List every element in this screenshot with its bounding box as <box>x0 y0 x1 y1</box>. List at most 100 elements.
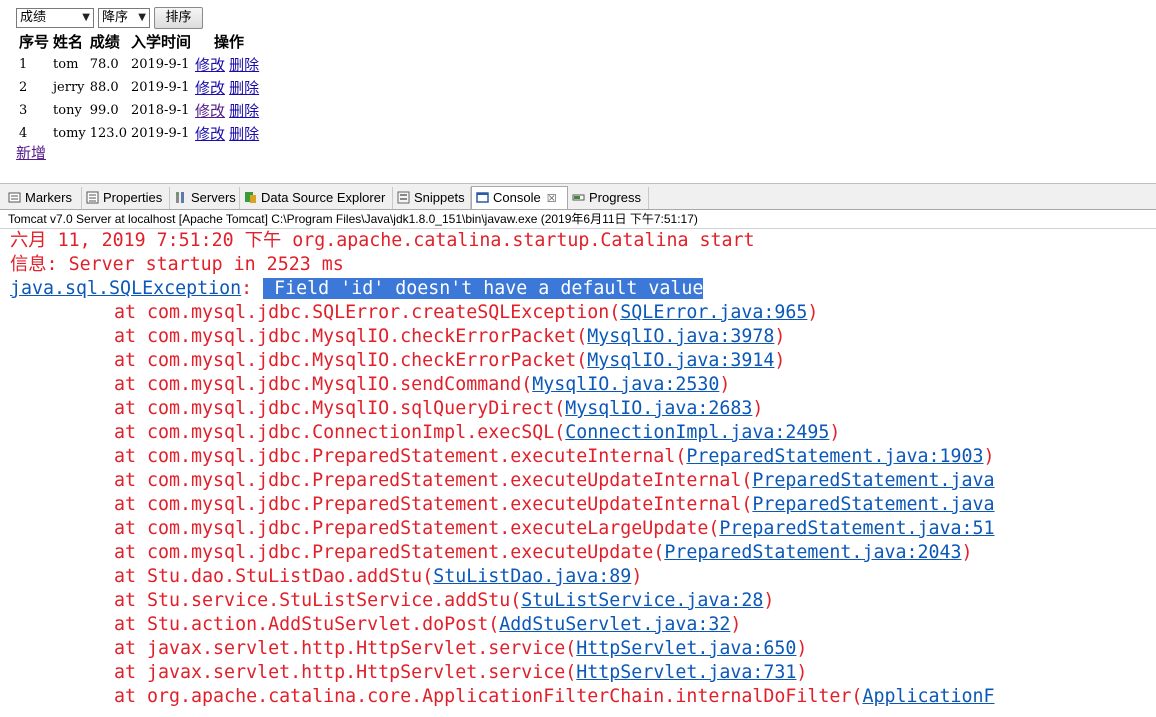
open-paren: ( <box>565 638 577 659</box>
edit-link[interactable]: 修改 <box>195 125 225 143</box>
table-row: 2 jerry 88.0 2019-9-1 修改 删除 <box>18 77 260 98</box>
edit-link[interactable]: 修改 <box>195 56 225 74</box>
stack-trace-line: at com.mysql.jdbc.MysqlIO.sqlQueryDirect… <box>114 397 763 421</box>
close-paren: ) <box>774 326 786 347</box>
close-paren: ) <box>763 590 775 611</box>
stack-frame-method: at Stu.action.AddStuServlet.doPost <box>114 614 489 635</box>
markers-icon <box>8 192 21 203</box>
source-link[interactable]: PreparedStatement.java <box>752 494 994 515</box>
sort-order-select[interactable]: 降序 ▼ <box>98 8 150 28</box>
close-paren: ) <box>752 398 764 419</box>
table-row: 3 tony 99.0 2018-9-1 修改 删除 <box>18 100 260 121</box>
tab-progress-label: Progress <box>589 190 642 205</box>
table-header-row: 序号 姓名 成绩 入学时间 操作 <box>18 31 260 52</box>
console-line: 信息: Server startup in 2523 ms <box>10 254 344 275</box>
sort-order-value: 降序 <box>102 10 129 25</box>
stack-trace-line: at com.mysql.jdbc.MysqlIO.checkErrorPack… <box>114 325 785 349</box>
open-paren: ( <box>510 590 522 611</box>
exception-class-link[interactable]: java.sql.SQLException <box>10 278 241 299</box>
tab-datasource-label: Data Source Explorer <box>261 190 386 205</box>
edit-link[interactable]: 修改 <box>195 79 225 97</box>
close-paren: ) <box>631 566 643 587</box>
stack-frame-method: at com.mysql.jdbc.PreparedStatement.exec… <box>114 542 654 563</box>
source-link[interactable]: AddStuServlet.java:32 <box>499 614 730 635</box>
close-paren: ) <box>983 446 995 467</box>
source-link[interactable]: HttpServlet.java:650 <box>576 638 796 659</box>
tab-snippets-label: Snippets <box>414 190 465 205</box>
source-link[interactable]: StuListService.java:28 <box>521 590 763 611</box>
cell-date: 2018-9-1 <box>130 103 190 118</box>
open-paren: ( <box>741 470 753 491</box>
cell-actions: 修改 删除 <box>194 100 260 121</box>
stack-trace-line: at javax.servlet.http.HttpServlet.servic… <box>114 661 807 685</box>
tab-snippets[interactable]: Snippets <box>393 187 471 209</box>
open-paren: ( <box>653 542 665 563</box>
source-link[interactable]: PreparedStatement.java:2043 <box>664 542 961 563</box>
sort-button[interactable]: 排序 <box>154 7 203 29</box>
stack-frame-method: at com.mysql.jdbc.PreparedStatement.exec… <box>114 494 742 515</box>
open-paren: ( <box>675 446 687 467</box>
delete-link[interactable]: 删除 <box>229 56 259 74</box>
source-link[interactable]: HttpServlet.java:731 <box>576 662 796 683</box>
tab-servers[interactable]: Servers <box>170 187 240 209</box>
source-link[interactable]: SQLError.java:965 <box>620 302 807 323</box>
stack-frame-method: at com.mysql.jdbc.SQLError.createSQLExce… <box>114 302 610 323</box>
tab-properties[interactable]: Properties <box>82 187 170 209</box>
source-link[interactable]: PreparedStatement.java:1903 <box>686 446 983 467</box>
tab-progress[interactable]: Progress <box>568 187 649 209</box>
edit-link[interactable]: 修改 <box>195 102 225 120</box>
stack-trace-line: at com.mysql.jdbc.PreparedStatement.exec… <box>114 541 973 565</box>
console-line: 六月 11, 2019 7:51:20 下午 org.apache.catali… <box>10 230 755 251</box>
source-link[interactable]: MysqlIO.java:3914 <box>587 350 774 371</box>
cell-actions: 修改 删除 <box>194 77 260 98</box>
delete-link[interactable]: 删除 <box>229 102 259 120</box>
source-link[interactable]: StuListDao.java:89 <box>433 566 631 587</box>
sort-field-select[interactable]: 成绩 ▼ <box>16 8 94 28</box>
stack-trace-line: at com.mysql.jdbc.ConnectionImpl.execSQL… <box>114 421 840 445</box>
open-paren: ( <box>851 686 863 707</box>
stack-trace-line: at com.mysql.jdbc.MysqlIO.checkErrorPack… <box>114 349 785 373</box>
close-icon[interactable]: ☒ <box>547 193 557 205</box>
stack-trace-line: at com.mysql.jdbc.PreparedStatement.exec… <box>114 517 995 541</box>
stack-trace-line: at com.mysql.jdbc.PreparedStatement.exec… <box>114 493 995 517</box>
cell-id: 4 <box>19 126 28 141</box>
tab-markers[interactable]: Markers <box>4 187 82 209</box>
tab-console[interactable]: Console ☒ <box>471 186 568 210</box>
cell-score: 99.0 <box>89 103 119 118</box>
tab-markers-label: Markers <box>25 190 72 205</box>
cell-score: 123.0 <box>89 126 127 141</box>
close-paren: ) <box>730 614 742 635</box>
cell-name: tony <box>53 103 82 118</box>
open-paren: ( <box>576 326 588 347</box>
cell-date: 2019-9-1 <box>130 57 190 72</box>
open-paren: ( <box>565 662 577 683</box>
source-link[interactable]: ApplicationF <box>862 686 994 707</box>
console-icon <box>476 192 489 203</box>
stack-frame-method: at org.apache.catalina.core.ApplicationF… <box>114 686 852 707</box>
stack-trace-line: at Stu.dao.StuListDao.addStu(StuListDao.… <box>114 565 642 589</box>
delete-link[interactable]: 删除 <box>229 79 259 97</box>
delete-link[interactable]: 删除 <box>229 125 259 143</box>
cell-id: 3 <box>19 103 28 118</box>
cell-date: 2019-9-1 <box>130 80 190 95</box>
stack-frame-method: at Stu.service.StuListService.addStu <box>114 590 511 611</box>
student-table: 序号 姓名 成绩 入学时间 操作 1 tom 78.0 2019-9-1 修改 … <box>16 29 262 146</box>
sort-field-value: 成绩 <box>20 10 47 25</box>
console-output[interactable]: 六月 11, 2019 7:51:20 下午 org.apache.catali… <box>0 229 1156 717</box>
stack-frame-method: at com.mysql.jdbc.MysqlIO.checkErrorPack… <box>114 326 577 347</box>
cell-name: tomy <box>53 126 86 141</box>
source-link[interactable]: PreparedStatement.java <box>752 470 994 491</box>
tab-data-source-explorer[interactable]: Data Source Explorer <box>240 187 393 209</box>
properties-icon <box>86 191 99 204</box>
close-paren: ) <box>796 662 808 683</box>
source-link[interactable]: PreparedStatement.java:51 <box>719 518 994 539</box>
source-link[interactable]: ConnectionImpl.java:2495 <box>565 422 829 443</box>
source-link[interactable]: MysqlIO.java:3978 <box>587 326 774 347</box>
cell-id: 1 <box>19 57 28 72</box>
open-paren: ( <box>609 302 621 323</box>
source-link[interactable]: MysqlIO.java:2530 <box>532 374 719 395</box>
exception-separator: : <box>241 278 264 299</box>
add-student-link[interactable]: 新增 <box>16 142 46 163</box>
source-link[interactable]: MysqlIO.java:2683 <box>565 398 752 419</box>
open-paren: ( <box>554 422 566 443</box>
